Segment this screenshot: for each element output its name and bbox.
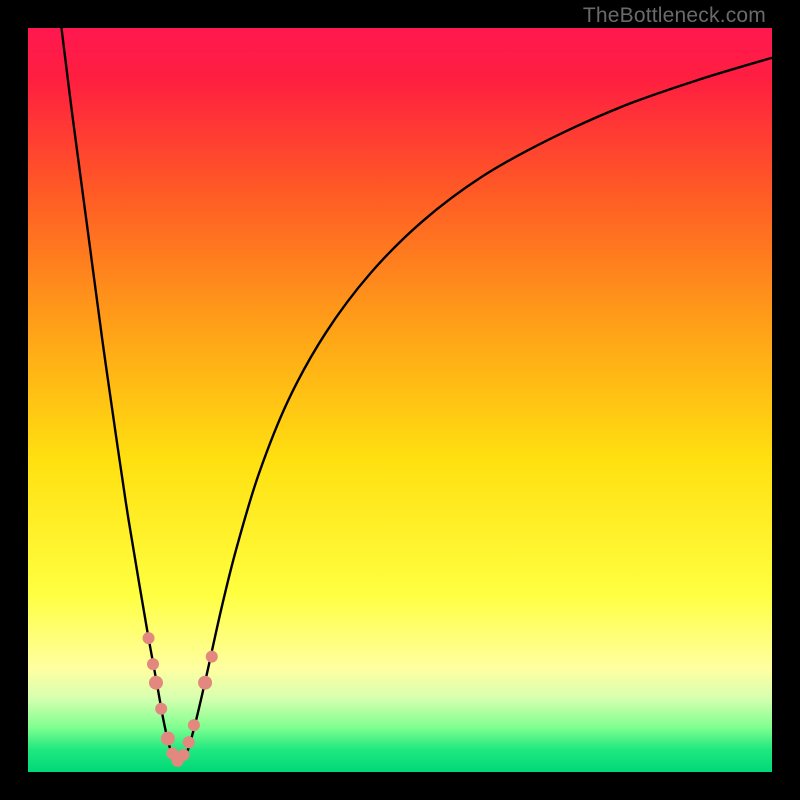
- marker-dot: [143, 632, 155, 644]
- marker-dot: [155, 703, 167, 715]
- gradient-background: [28, 28, 772, 772]
- marker-dot: [198, 676, 212, 690]
- marker-dot: [177, 749, 189, 761]
- marker-dot: [188, 719, 200, 731]
- marker-dot: [161, 732, 175, 746]
- marker-dot: [206, 651, 218, 663]
- marker-dot: [147, 658, 159, 670]
- marker-dot: [149, 676, 163, 690]
- chart-frame: TheBottleneck.com: [0, 0, 800, 800]
- bottleneck-chart: [28, 28, 772, 772]
- marker-dot: [183, 736, 195, 748]
- watermark-text: TheBottleneck.com: [583, 4, 766, 28]
